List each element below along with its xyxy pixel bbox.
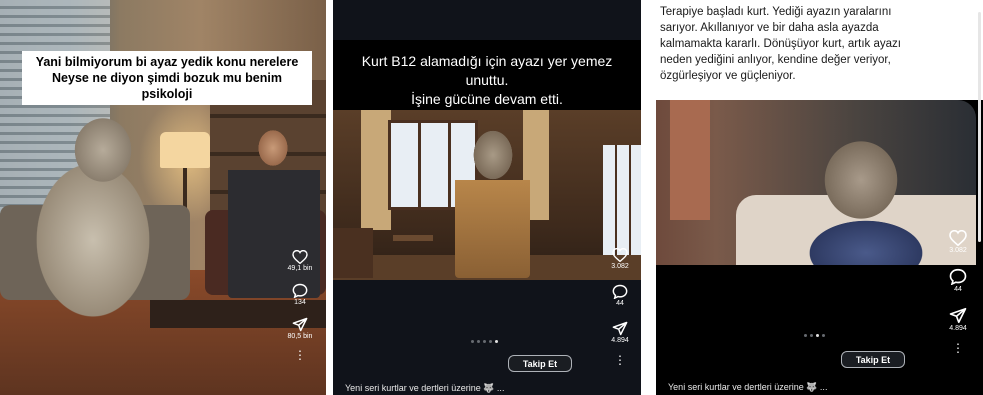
like-count: 3.082: [949, 247, 967, 254]
post-caption[interactable]: Yeni seri kurtlar ve dertleri üzerine 🐺 …: [668, 382, 827, 393]
carousel-dot: [804, 334, 807, 337]
carousel-dot: [810, 334, 813, 337]
like-count: 3.082: [611, 263, 629, 270]
carousel-dot-active: [495, 340, 498, 343]
comment-count: 44: [616, 300, 624, 307]
reel-action-bar: 49,1 bin 134 80,5 bin ⋮: [283, 250, 317, 361]
post-caption[interactable]: Yeni seri kurtlar ve dertleri üzerine 🐺 …: [345, 383, 504, 394]
comment-button[interactable]: 44: [949, 268, 967, 293]
stool: [393, 235, 433, 270]
reel-caption-line-2: unuttu.: [465, 72, 509, 88]
reel-caption-line-3: İşine gücüne devam etti.: [411, 91, 563, 107]
share-button[interactable]: 4.894: [611, 321, 629, 344]
share-button[interactable]: 80,5 bin: [287, 317, 313, 340]
story-text-line: özgürleşiyor ve güçleniyor.: [660, 70, 796, 82]
curtain-left: [361, 110, 391, 230]
more-options-button[interactable]: ⋮: [614, 354, 626, 366]
side-table: [333, 228, 373, 278]
more-options-button[interactable]: ⋮: [952, 342, 964, 354]
bottom-area: [656, 265, 983, 395]
like-count: 49,1 bin: [287, 265, 313, 272]
comment-button[interactable]: 134: [292, 283, 308, 306]
kebab-icon: ⋮: [294, 348, 306, 362]
comment-icon: [292, 283, 308, 298]
carousel-dot: [489, 340, 492, 343]
like-button[interactable]: 3.082: [949, 230, 967, 254]
wolf-figure: [18, 110, 168, 325]
reel-caption: Kurt B12 alamadığı için ayazı yer yemez …: [333, 52, 641, 109]
comment-count: 44: [954, 286, 962, 293]
share-count: 80,5 bin: [287, 333, 313, 340]
share-count: 4.894: [611, 337, 629, 344]
follow-button[interactable]: Takip Et: [508, 355, 572, 372]
more-options-button[interactable]: ⋮: [294, 349, 306, 361]
side-window: [603, 145, 641, 255]
like-button[interactable]: 49,1 bin: [287, 250, 313, 272]
carousel-dot: [483, 340, 486, 343]
meme-caption-line-1: Yani bilmiyorum bi ayaz yedik konu nerel…: [35, 55, 299, 69]
wolf-figure: [455, 125, 530, 278]
story-text-line: neden yediğini anlıyor, kendine değer ve…: [660, 54, 891, 66]
reels-screenshot-strip: Yani bilmiyorum bi ayaz yedik konu nerel…: [0, 0, 983, 395]
curtain: [670, 100, 710, 220]
reel-panel-therapy: Yani bilmiyorum bi ayaz yedik konu nerel…: [0, 0, 326, 395]
carousel-dot-active: [816, 334, 819, 337]
send-icon: [612, 321, 628, 336]
reel-caption-line-1: Kurt B12 alamadığı için ayazı yer yemez: [361, 53, 613, 69]
meme-caption: Yani bilmiyorum bi ayaz yedik konu nerel…: [22, 51, 312, 105]
comment-count: 134: [294, 299, 306, 306]
kebab-icon: ⋮: [614, 353, 626, 367]
reel-action-bar: 3.082 44 4.894 ⋮: [942, 230, 974, 354]
story-text: Terapiye başladı kurt. Yediği ayazın yar…: [660, 4, 978, 84]
wolf-figure: [796, 135, 926, 265]
scrollbar[interactable]: [978, 12, 981, 242]
carousel-dot: [477, 340, 480, 343]
carousel-dots: [471, 340, 498, 343]
comment-button[interactable]: 44: [612, 284, 628, 307]
reel-panel-recovery: Terapiye başladı kurt. Yediği ayazın yar…: [656, 0, 983, 395]
reel-action-bar: 3.082 44 4.894 ⋮: [605, 248, 635, 366]
kebab-icon: ⋮: [952, 341, 964, 355]
heart-icon: [949, 230, 967, 246]
story-text-line: Terapiye başladı kurt. Yediği ayazın yar…: [660, 6, 892, 18]
like-button[interactable]: 3.082: [611, 248, 629, 270]
heart-icon: [292, 250, 308, 264]
follow-button[interactable]: Takip Et: [841, 351, 905, 368]
comment-icon: [612, 284, 628, 299]
comment-icon: [949, 268, 967, 285]
heart-icon: [612, 248, 628, 262]
story-text-line: kalmamakta kararlı. Dönüşüyor kurt, artı…: [660, 38, 901, 50]
meme-caption-line-2: Neyse ne diyon şimdi bozuk mu benim psik…: [52, 71, 282, 101]
carousel-dots: [804, 334, 825, 337]
share-count: 4.894: [949, 325, 967, 332]
carousel-dot: [471, 340, 474, 343]
send-icon: [949, 307, 967, 324]
story-text-line: sarıyor. Akıllanıyor ve bir daha asla ay…: [660, 22, 879, 34]
send-icon: [292, 317, 308, 332]
share-button[interactable]: 4.894: [949, 307, 967, 332]
reel-panel-b12: Kurt B12 alamadığı için ayazı yer yemez …: [333, 0, 641, 395]
carousel-dot: [822, 334, 825, 337]
